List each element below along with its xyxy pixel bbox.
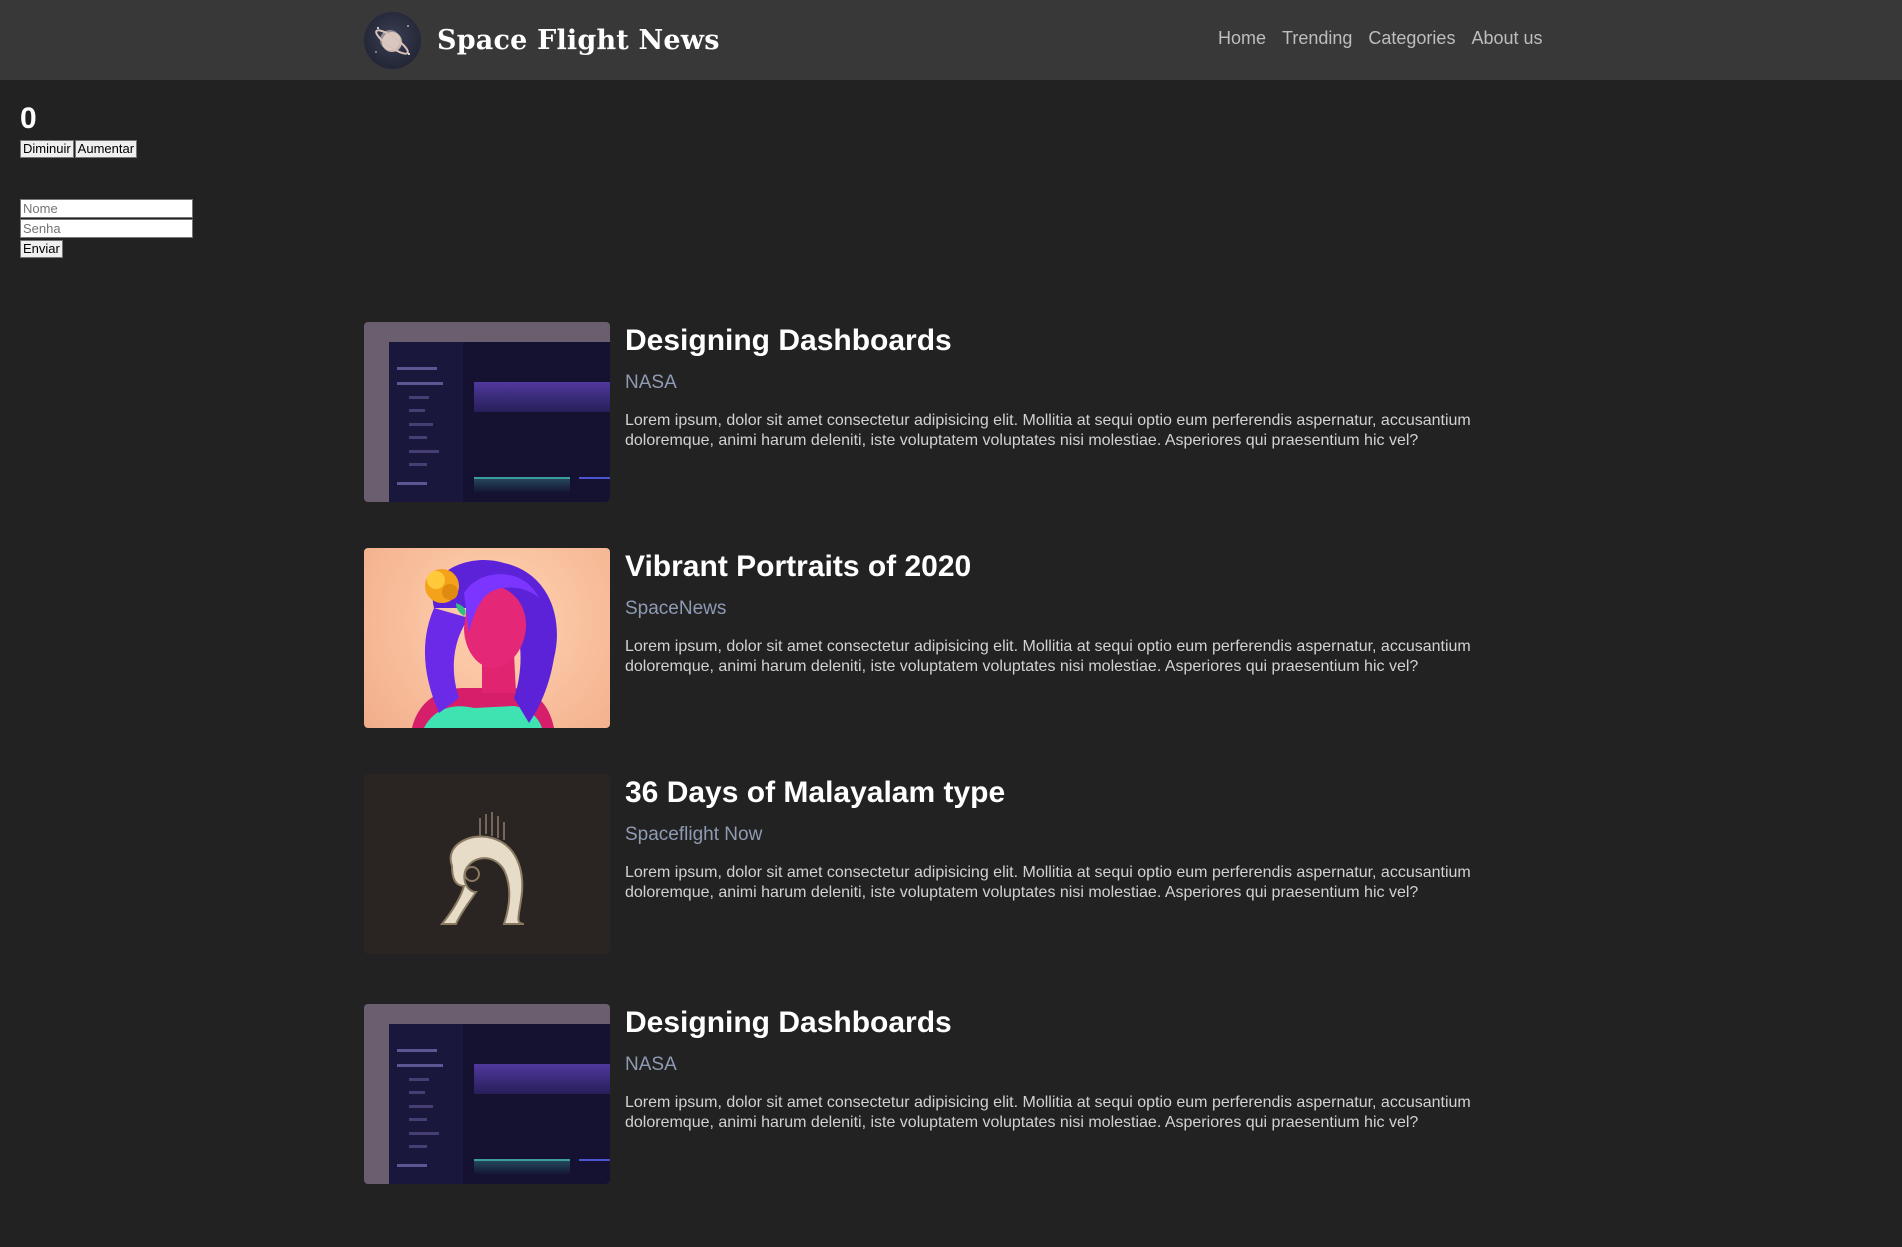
article-title[interactable]: Designing Dashboards	[625, 1006, 952, 1040]
article-title[interactable]: 36 Days of Malayalam type	[625, 776, 1005, 810]
brand-link[interactable]: Space Flight News	[364, 11, 720, 69]
article-source: Spaceflight Now	[625, 824, 763, 845]
name-input[interactable]	[20, 199, 193, 218]
login-form: Enviar	[20, 199, 193, 258]
password-input[interactable]	[20, 219, 193, 238]
article-card[interactable]: Designing Dashboards NASA Lorem ipsum, d…	[364, 1004, 1524, 1184]
malayalam-type-thumbnail	[364, 774, 610, 954]
article-title[interactable]: Vibrant Portraits of 2020	[625, 550, 971, 584]
counter-widget: 0 Diminuir Aumentar	[20, 102, 138, 158]
nav-categories[interactable]: Categories	[1368, 28, 1455, 49]
planet-logo-icon	[364, 11, 421, 69]
nav-about-us[interactable]: About us	[1471, 28, 1542, 49]
article-source: NASA	[625, 1054, 677, 1075]
portrait-thumbnail	[364, 548, 610, 728]
nav-trending[interactable]: Trending	[1282, 28, 1352, 49]
article-source: SpaceNews	[625, 598, 727, 619]
article-card[interactable]: Designing Dashboards NASA Lorem ipsum, d…	[364, 322, 1524, 502]
article-summary: Lorem ipsum, dolor sit amet consectetur …	[625, 638, 1471, 675]
increase-button[interactable]: Aumentar	[74, 140, 138, 158]
article-summary: Lorem ipsum, dolor sit amet consectetur …	[625, 412, 1471, 449]
article-source: NASA	[625, 372, 677, 393]
nav-home[interactable]: Home	[1218, 28, 1266, 49]
article-card[interactable]: Vibrant Portraits of 2020 SpaceNews Lore…	[364, 548, 1524, 728]
article-summary: Lorem ipsum, dolor sit amet consectetur …	[625, 864, 1471, 901]
decrease-button[interactable]: Diminuir	[20, 140, 74, 158]
counter-buttons: Diminuir Aumentar	[20, 140, 138, 158]
counter-value: 0	[20, 102, 37, 135]
site-title: Space Flight News	[437, 24, 720, 56]
article-summary: Lorem ipsum, dolor sit amet consectetur …	[625, 1094, 1471, 1131]
navbar: Space Flight News Home Trending Categori…	[0, 0, 1902, 80]
article-card[interactable]: 36 Days of Malayalam type Spaceflight No…	[364, 774, 1524, 954]
main-nav: Home Trending Categories About us	[1218, 28, 1543, 49]
article-title[interactable]: Designing Dashboards	[625, 324, 952, 358]
submit-button[interactable]: Enviar	[20, 240, 63, 258]
dashboard-thumbnail	[364, 1004, 610, 1184]
dashboard-thumbnail	[364, 322, 610, 502]
